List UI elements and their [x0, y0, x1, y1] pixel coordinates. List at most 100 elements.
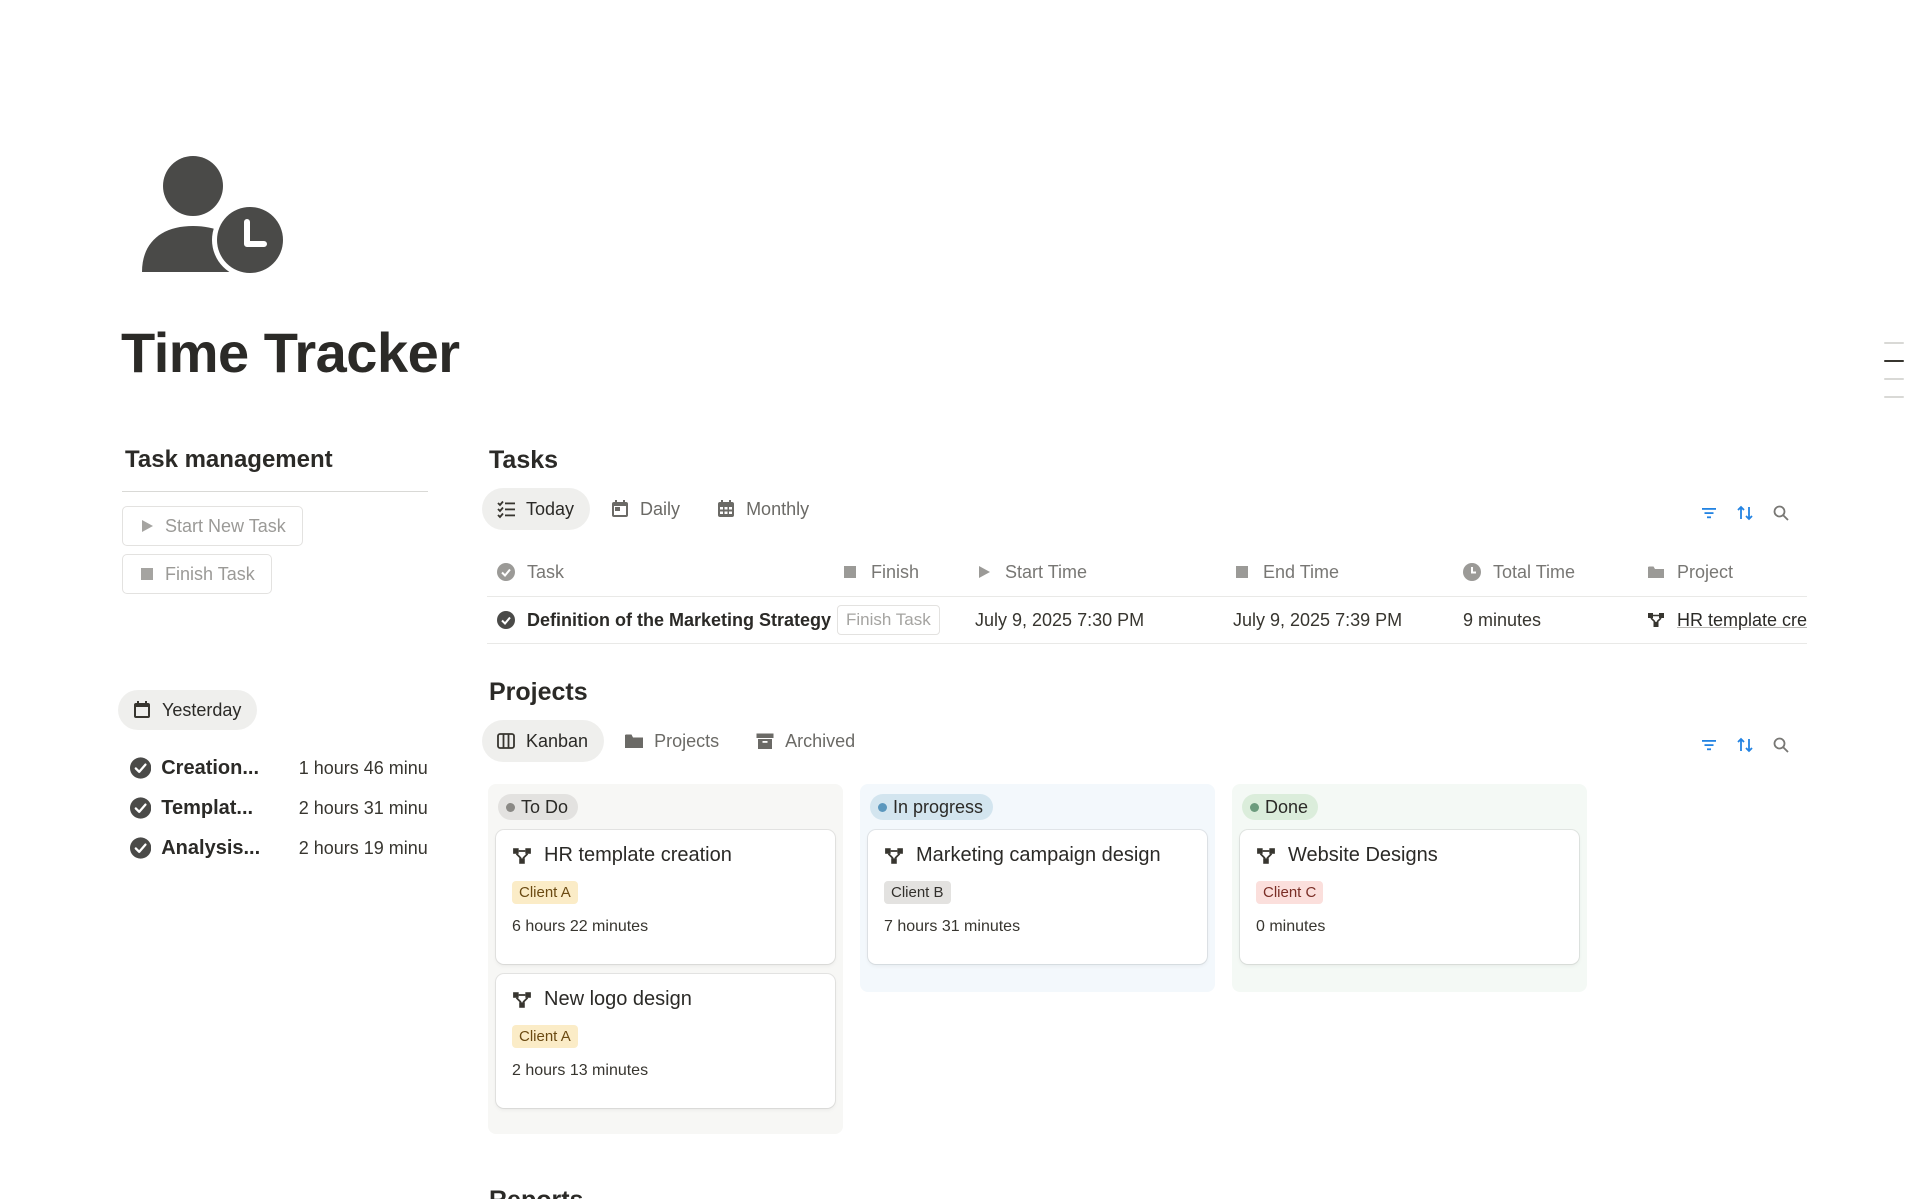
toc-line[interactable]: [1884, 342, 1904, 344]
project-link[interactable]: HR template creation: [1677, 610, 1807, 631]
list-item[interactable]: Templat... 2 hours 31 minu: [130, 788, 430, 828]
column-header-task[interactable]: Task: [487, 562, 831, 583]
tab-monthly[interactable]: Monthly: [702, 488, 825, 530]
kanban-column-in-progress: In progress Marketing campaign design Cl…: [860, 784, 1215, 992]
column-header-label: End Time: [1263, 561, 1340, 582]
end-time-cell[interactable]: July 9, 2025 7:39 PM: [1223, 610, 1453, 631]
board-icon: [497, 733, 515, 749]
column-header-label: Start Time: [1005, 561, 1088, 582]
tasks-view-tabs: Today Daily Monthly: [482, 488, 825, 530]
tab-monthly-label: Monthly: [746, 498, 810, 519]
client-tag: Client A: [512, 1025, 578, 1048]
column-header-total-time[interactable]: Total Time: [1453, 562, 1637, 583]
card-time: 2 hours 13 minutes: [512, 1062, 649, 1079]
sort-icon[interactable]: [1736, 504, 1754, 522]
tab-projects[interactable]: Projects: [610, 720, 735, 762]
list-item-name: Templat...: [161, 796, 254, 819]
column-header-start-time[interactable]: Start Time: [965, 562, 1223, 583]
card-time: 6 hours 22 minutes: [512, 918, 649, 935]
status-label: To Do: [521, 796, 569, 817]
list-item-time: 2 hours 31 minu: [298, 797, 428, 818]
client-tag: Client C: [1256, 881, 1324, 904]
archive-icon: [756, 733, 774, 749]
tasks-heading: Tasks: [489, 446, 559, 474]
tasks-view-tools: [1700, 504, 1790, 522]
start-new-task-button[interactable]: Start New Task: [122, 506, 303, 546]
tasks-table: Task Finish Start Time End Time Total Ti…: [487, 548, 1807, 644]
project-cell[interactable]: HR template creation: [1637, 610, 1807, 631]
folder-icon: [1648, 566, 1664, 578]
project-card[interactable]: Website Designs Client C 0 minutes: [1240, 830, 1579, 964]
toc-line[interactable]: [1884, 378, 1904, 380]
list-item-name: Analysis...: [161, 836, 261, 859]
tab-today-label: Today: [526, 498, 575, 519]
card-title: Website Designs: [1288, 844, 1438, 866]
stop-icon: [141, 568, 153, 580]
project-card[interactable]: HR template creation Client A 6 hours 22…: [496, 830, 835, 964]
check-circle-icon: [497, 563, 515, 581]
toc-line[interactable]: [1884, 396, 1904, 398]
calendar-day-icon: [612, 500, 629, 517]
check-circle-icon: [497, 611, 515, 629]
person-clock-icon: [142, 156, 288, 278]
page-title: Time Tracker: [121, 321, 460, 384]
tab-today[interactable]: Today: [482, 488, 591, 530]
status-dot: [1250, 802, 1259, 812]
check-circle-icon: [130, 837, 152, 859]
play-icon: [142, 520, 153, 532]
column-header-label: Project: [1677, 561, 1734, 582]
list-item-time: 1 hours 46 minu: [298, 757, 428, 778]
tab-kanban-label: Kanban: [526, 730, 589, 751]
folder-icon: [625, 734, 644, 748]
table-row[interactable]: Definition of the Marketing Strategy Fin…: [487, 596, 1807, 644]
status-badge[interactable]: In progress: [870, 794, 994, 820]
filter-icon[interactable]: [1700, 504, 1718, 522]
finish-task-button[interactable]: Finish Task: [122, 554, 272, 594]
filter-icon[interactable]: [1700, 736, 1718, 754]
tab-kanban[interactable]: Kanban: [482, 720, 605, 762]
status-badge[interactable]: Done: [1242, 794, 1319, 820]
column-header-label: Finish: [871, 561, 920, 582]
tab-daily[interactable]: Daily: [596, 488, 696, 530]
clock-icon: [1463, 563, 1481, 581]
yesterday-label: Yesterday: [162, 699, 242, 720]
status-label: Done: [1265, 796, 1309, 817]
column-header-finish[interactable]: Finish: [831, 562, 965, 583]
sort-icon[interactable]: [1736, 736, 1754, 754]
tab-archived[interactable]: Archived: [741, 720, 871, 762]
column-header-label: Total Time: [1493, 561, 1576, 582]
list-item[interactable]: Analysis... 2 hours 19 minu: [130, 828, 430, 868]
client-tag: Client B: [884, 881, 951, 904]
kanban-column-done: Done Website Designs Client C 0 minutes: [1232, 784, 1587, 992]
status-dot: [506, 802, 515, 812]
total-time-cell: 9 minutes: [1463, 609, 1542, 630]
project-card[interactable]: New logo design Client A 2 hours 13 minu…: [496, 974, 835, 1108]
check-circle-icon: [130, 757, 152, 779]
tab-yesterday[interactable]: Yesterday: [118, 690, 258, 730]
finish-task-row-button[interactable]: Finish Task: [837, 605, 940, 635]
card-time: 0 minutes: [1256, 918, 1326, 935]
search-icon[interactable]: [1772, 736, 1790, 754]
card-time: 7 hours 31 minutes: [884, 918, 1021, 935]
table-of-contents[interactable]: [1884, 342, 1904, 414]
project-nodes-icon: [513, 847, 531, 864]
status-badge[interactable]: To Do: [498, 794, 579, 820]
toc-line-active[interactable]: [1884, 360, 1904, 362]
stop-icon: [1236, 566, 1248, 578]
card-title: Marketing campaign design: [916, 844, 1161, 866]
projects-heading: Projects: [489, 678, 588, 706]
search-icon[interactable]: [1772, 504, 1790, 522]
column-header-project[interactable]: Project: [1637, 562, 1807, 583]
task-cell[interactable]: Definition of the Marketing Strategy: [487, 610, 831, 631]
finish-task-label: Finish Task: [165, 563, 255, 584]
projects-view-tools: [1700, 736, 1790, 754]
list-item[interactable]: Creation... 1 hours 46 minu: [130, 748, 430, 788]
project-nodes-icon: [1648, 613, 1664, 627]
project-card[interactable]: Marketing campaign design Client B 7 hou…: [868, 830, 1207, 964]
list-item-time: 2 hours 19 minu: [298, 837, 428, 858]
check-circle-icon: [130, 797, 152, 819]
start-time-cell[interactable]: July 9, 2025 7:30 PM: [965, 610, 1223, 631]
list-item-name: Creation...: [161, 756, 260, 779]
task-management-heading: Task management: [122, 446, 428, 492]
column-header-end-time[interactable]: End Time: [1223, 562, 1453, 583]
